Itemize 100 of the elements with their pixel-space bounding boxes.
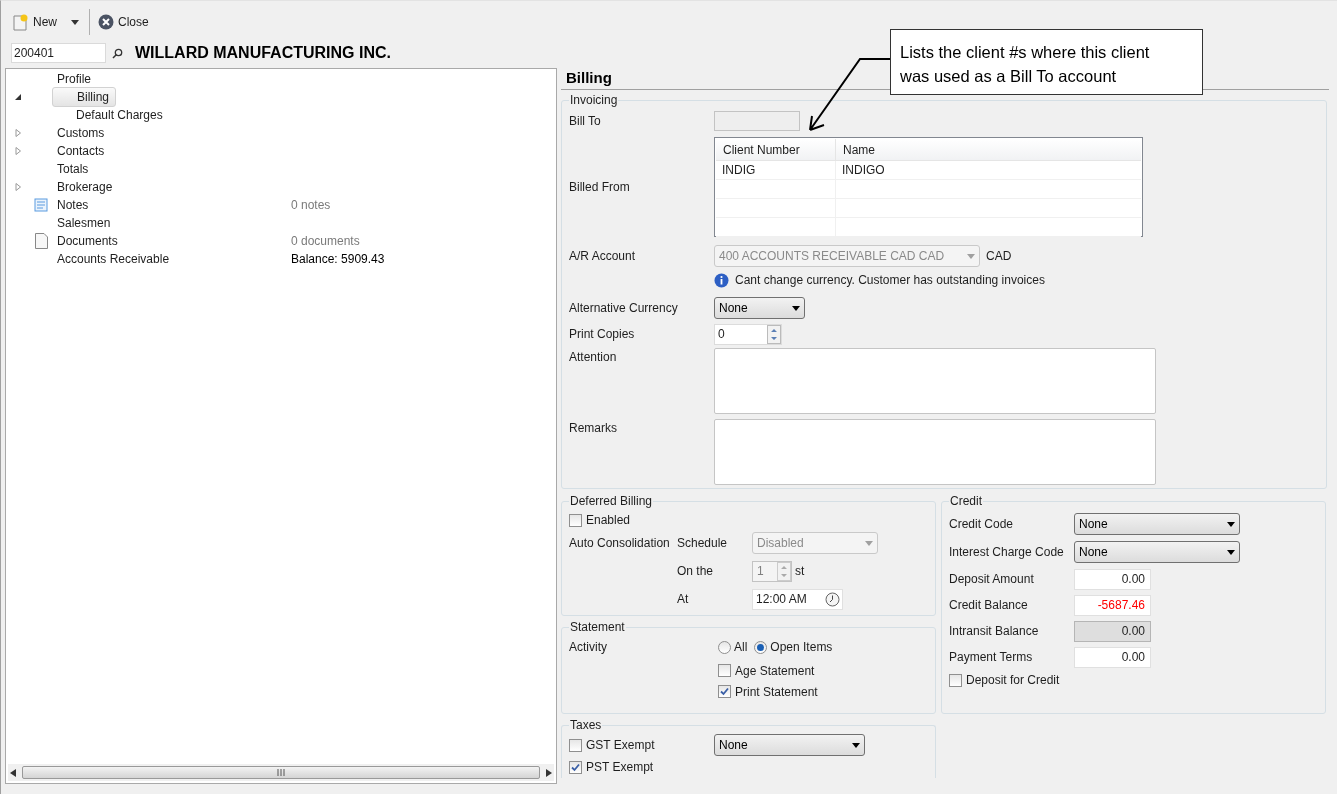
checkbox-label: Age Statement — [735, 662, 815, 680]
print-copies-spinner[interactable]: 0 — [714, 323, 782, 345]
radio-label: Open Items — [770, 639, 833, 656]
expand-arrow-icon[interactable] — [14, 147, 22, 155]
caret-icon — [852, 742, 860, 748]
field-label: Credit Code — [949, 516, 1015, 533]
field-label: Billed From — [569, 179, 631, 196]
checkmark-icon — [571, 762, 580, 772]
group-title: Invoicing — [569, 92, 619, 109]
tree-item[interactable]: Documents — [52, 231, 123, 251]
checkbox-label: Enabled — [586, 512, 631, 529]
checkbox-label: PST Exempt — [586, 759, 654, 776]
scroll-left-icon[interactable] — [10, 768, 16, 777]
tree-item[interactable]: Notes — [52, 195, 94, 215]
radio-button[interactable] — [718, 640, 731, 654]
field-label: Credit Balance — [949, 597, 1029, 614]
section-title: Billing — [566, 67, 612, 88]
field-label: Auto Consolidation — [569, 535, 671, 552]
field-label: Intransit Balance — [949, 623, 1040, 640]
column-header[interactable]: Name — [836, 139, 1141, 160]
tree-item[interactable]: Brokerage — [52, 177, 118, 197]
table-cell: INDIG — [716, 161, 836, 179]
checkbox[interactable] — [569, 738, 582, 752]
group-title: Deferred Billing — [569, 493, 654, 510]
checkbox-label: GST Exempt — [586, 737, 655, 754]
client-number-field[interactable]: 200401 — [11, 43, 106, 63]
field-label: Interest Charge Code — [949, 544, 1065, 561]
info-message: Cant change currency. Customer has outstanding invoices — [735, 272, 1045, 289]
clock-icon[interactable] — [825, 591, 840, 607]
currency-label: CAD — [986, 248, 1012, 265]
dropdown[interactable]: None — [1074, 541, 1240, 563]
tree-item[interactable]: Profile — [52, 69, 96, 89]
field-label: Attention — [569, 349, 618, 366]
tree-item[interactable]: Salesmen — [52, 213, 116, 233]
dropdown[interactable]: None — [714, 297, 805, 319]
dropdown-caret-icon[interactable] — [71, 19, 79, 25]
tree-item[interactable]: Default Charges — [71, 105, 168, 125]
dropdown[interactable]: None — [1074, 513, 1240, 535]
tree-item-info: 0 documents — [291, 233, 360, 250]
close-icon — [98, 14, 114, 30]
attention-field[interactable] — [714, 348, 1156, 414]
field-label: Schedule — [677, 535, 729, 552]
horizontal-scrollbar[interactable] — [8, 764, 554, 781]
field-label: On the — [677, 563, 715, 580]
radio-button[interactable] — [754, 640, 768, 654]
field-label: Activity — [569, 639, 608, 656]
remarks-field[interactable] — [714, 419, 1156, 485]
tree-item[interactable]: Customs — [52, 123, 110, 143]
caret-icon — [1227, 549, 1235, 555]
field-label: Remarks — [569, 420, 618, 437]
new-document-icon — [13, 13, 29, 31]
expand-arrow-icon[interactable] — [14, 183, 22, 191]
time-field[interactable]: 12:00 AM — [752, 588, 843, 610]
tree-item-info: 0 notes — [291, 197, 331, 214]
column-header[interactable]: Client Number — [716, 139, 836, 160]
scroll-right-icon[interactable] — [546, 768, 552, 777]
tree-item[interactable]: Totals — [52, 159, 94, 179]
scrollbar-thumb[interactable] — [22, 766, 540, 779]
group-title: Credit — [949, 493, 983, 510]
amount-field[interactable]: 0.00 — [1074, 646, 1151, 668]
field-label: Print Copies — [569, 326, 636, 343]
group-title: Taxes — [569, 717, 603, 734]
notes-icon — [34, 198, 48, 212]
expand-arrow-icon[interactable] — [14, 129, 22, 137]
checkbox[interactable] — [718, 685, 731, 698]
field-label: Deposit Amount — [949, 571, 1035, 588]
tree-item[interactable]: Billing — [52, 87, 116, 107]
amount-field[interactable]: 0.00 — [1074, 568, 1151, 590]
checkmark-icon — [720, 687, 729, 696]
field-label: Payment Terms — [949, 649, 1034, 666]
tree-item[interactable]: Accounts Receivable — [52, 249, 175, 269]
caret-icon — [1227, 521, 1235, 527]
field-label: A/R Account — [569, 248, 637, 265]
info-icon — [714, 272, 729, 288]
document-icon — [34, 233, 48, 249]
caret-icon — [792, 305, 800, 311]
new-button[interactable]: New — [11, 9, 59, 35]
checkbox[interactable] — [569, 513, 582, 527]
callout-note: Lists the client #s where this client was used as a Bill To account — [890, 29, 1203, 95]
amount-field[interactable]: -5687.46 — [1074, 594, 1151, 616]
day-suffix: st — [795, 563, 805, 580]
field-label: Alternative Currency — [569, 300, 679, 317]
dropdown[interactable]: None — [714, 734, 865, 756]
table-cell-text: INDIGO — [841, 162, 886, 179]
spinner-arrows-icon[interactable] — [767, 324, 781, 344]
checkbox-label: Print Statement — [735, 683, 818, 701]
checkbox[interactable] — [949, 673, 962, 687]
client-name: WILLARD MANUFACTURING INC. — [135, 43, 391, 63]
collapse-arrow-icon[interactable] — [14, 93, 22, 101]
field-label: At — [677, 591, 690, 608]
checkbox[interactable] — [718, 664, 731, 677]
grip-icon — [277, 769, 285, 776]
close-button[interactable]: Close — [96, 9, 151, 35]
group-title: Statement — [569, 619, 626, 636]
radio-label: All — [734, 639, 748, 656]
caret-icon — [967, 253, 975, 259]
checkbox[interactable] — [569, 760, 582, 774]
search-icon[interactable] — [112, 47, 123, 59]
tree-item-info: Balance: 5909.43 — [291, 251, 385, 268]
tree-item[interactable]: Contacts — [52, 141, 110, 161]
